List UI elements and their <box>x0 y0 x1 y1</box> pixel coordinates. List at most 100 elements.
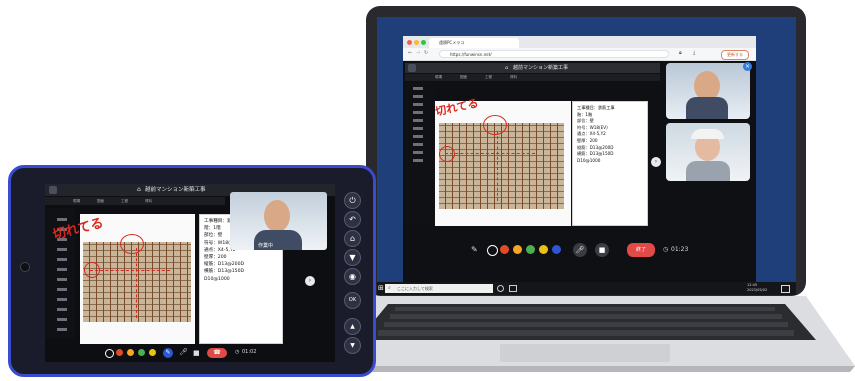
close-video-icon[interactable]: × <box>743 62 752 71</box>
tablet-nav: 現場 図面 工程 資料 <box>45 197 225 205</box>
download-icon[interactable]: ⤓ <box>693 50 695 56</box>
tree-item[interactable] <box>57 268 67 271</box>
close-window-icon[interactable] <box>407 40 412 45</box>
power-icon[interactable]: ⏻ <box>344 192 361 209</box>
taskbar-search[interactable]: ⌕ ここに入力して検索 <box>385 284 493 293</box>
tree-item[interactable] <box>413 119 423 122</box>
annotation-circle <box>439 146 455 162</box>
hardware-button-column: ⏻ ↶ ⌂ ▼ ◉ OK ▲ ▼ <box>339 180 365 370</box>
color-yellow[interactable] <box>149 349 156 356</box>
tree-item[interactable] <box>413 159 423 162</box>
nav-item-site[interactable]: 現場 <box>435 75 442 80</box>
laptop-screen: 遠隔PCメラコ ← → ↻ https://funwinsn.net/ 🔒︎ ⤓… <box>377 17 796 295</box>
tree-item[interactable] <box>413 135 423 138</box>
home-icon[interactable]: ⌂ <box>344 230 361 247</box>
home-icon[interactable]: ⌂ <box>505 63 508 73</box>
tree-item[interactable] <box>57 308 67 311</box>
tree-item[interactable] <box>57 298 67 301</box>
color-orange[interactable] <box>127 349 134 356</box>
tree-item[interactable] <box>413 111 423 114</box>
call-timer: 01:02 <box>242 349 257 355</box>
info-line: D10@1000 <box>577 157 601 163</box>
tree-item[interactable] <box>57 248 67 251</box>
down-arrow-icon[interactable]: ▼ <box>344 337 361 354</box>
taskview-icon[interactable] <box>509 285 517 292</box>
mic-icon[interactable]: 🎤︎ <box>179 348 188 356</box>
up-arrow-icon[interactable]: ▲ <box>344 318 361 335</box>
info-line: 壁厚：200 <box>577 137 598 143</box>
tree-item[interactable] <box>413 151 423 154</box>
tree-item[interactable] <box>57 328 67 331</box>
tree-item[interactable] <box>57 258 67 261</box>
color-blue[interactable] <box>552 245 561 254</box>
app-logo-icon <box>49 186 57 194</box>
clock-icon: ◷ <box>663 246 669 253</box>
info-line: 壁厚：200 <box>204 255 227 261</box>
project-title: 越前マンション新築工事 <box>145 187 206 193</box>
tree-item[interactable] <box>57 318 67 321</box>
tree-item[interactable] <box>413 103 423 106</box>
url-field[interactable]: https://funwinsn.net/ <box>439 50 669 58</box>
color-green[interactable] <box>526 245 535 254</box>
color-green[interactable] <box>138 349 145 356</box>
mic-icon[interactable]: 🎤︎ <box>573 243 587 257</box>
reload-icon[interactable]: ↻ <box>424 50 428 56</box>
color-red[interactable] <box>500 245 509 254</box>
notification-icon[interactable] <box>781 285 790 293</box>
system-clock[interactable]: 12:45 2023/05/02 <box>747 283 767 293</box>
update-button-label: 更新する <box>727 52 743 57</box>
end-call-label: 終了 <box>635 247 646 253</box>
browser-tab[interactable]: 遠隔PCメラコ <box>429 38 519 48</box>
camera-icon[interactable]: ◉ <box>344 268 361 285</box>
nav-item-schedule[interactable]: 工程 <box>121 199 128 204</box>
forward-nav-icon[interactable]: → <box>416 50 420 56</box>
tree-item[interactable] <box>413 143 423 146</box>
color-yellow[interactable] <box>539 245 548 254</box>
app-header: ⌂ 越前マンション新築工事 <box>405 63 660 73</box>
tree-item[interactable] <box>413 127 423 130</box>
lock-icon[interactable]: 🔒︎ <box>679 50 682 56</box>
update-button[interactable]: 更新する <box>721 50 749 60</box>
nav-item-site[interactable]: 現場 <box>73 199 80 204</box>
pen-icon[interactable]: ✎ <box>471 245 478 254</box>
video-icon[interactable]: ■ <box>595 243 609 257</box>
site-photo <box>83 242 191 322</box>
project-title: 越前マンション新築工事 <box>513 65 569 71</box>
video-tile-male: 作業中 <box>230 192 327 250</box>
color-orange[interactable] <box>513 245 522 254</box>
back-icon[interactable]: ↶ <box>344 211 361 228</box>
flashlight-icon[interactable]: ▼ <box>344 249 361 266</box>
cortana-icon[interactable] <box>497 285 504 292</box>
tree-item[interactable] <box>57 288 67 291</box>
minimize-window-icon[interactable] <box>414 40 419 45</box>
color-clear[interactable] <box>105 349 114 358</box>
tree-item[interactable] <box>413 95 423 98</box>
maximize-window-icon[interactable] <box>421 40 426 45</box>
laptop-base <box>330 296 855 372</box>
clock-date: 2023/05/02 <box>747 288 768 292</box>
laptop-keyboard-illustration <box>330 296 855 372</box>
nav-item-drawings[interactable]: 図面 <box>460 75 467 80</box>
video-icon[interactable]: ■ <box>193 349 200 357</box>
nav-item-schedule[interactable]: 工程 <box>485 75 492 80</box>
app-nav: 現場 図面 工程 資料 <box>405 74 660 81</box>
back-nav-icon[interactable]: ← <box>408 50 412 56</box>
nav-item-drawings[interactable]: 図面 <box>97 199 104 204</box>
next-page-button[interactable]: › <box>305 276 315 286</box>
color-clear[interactable] <box>487 245 498 256</box>
pen-icon[interactable]: ✎ <box>163 348 173 358</box>
nav-item-docs[interactable]: 資料 <box>145 199 152 204</box>
end-call-button[interactable]: 終了 <box>627 243 655 257</box>
tree-item[interactable] <box>413 87 423 90</box>
next-page-button[interactable]: › <box>651 157 661 167</box>
tree-item[interactable] <box>57 278 67 281</box>
color-red[interactable] <box>116 349 123 356</box>
ok-button[interactable]: OK <box>344 292 361 309</box>
inspection-info-panel: 工事種目：鉄筋工事 階：1階 部位：壁 符号：W18(EV) 通点：X4-5,Y… <box>572 101 648 226</box>
call-toolbar: ✎ 🎤︎ ■ 終了 ◷ 01:23 <box>403 243 756 259</box>
end-call-button[interactable]: ☎ <box>207 348 227 358</box>
windows-icon[interactable]: ⊞ <box>378 284 384 292</box>
nav-item-docs[interactable]: 資料 <box>510 75 517 80</box>
ok-label: OK <box>348 297 357 303</box>
home-icon[interactable]: ⌂ <box>137 184 141 196</box>
